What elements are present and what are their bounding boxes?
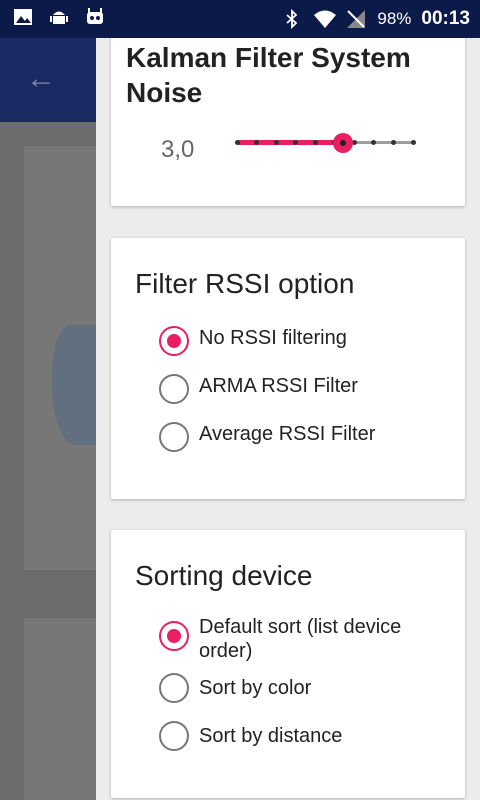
wifi-icon — [313, 8, 337, 30]
slider-tick — [234, 140, 240, 145]
radio-button[interactable] — [159, 326, 189, 356]
robot-icon — [84, 6, 106, 28]
filter-rssi-title: Filter RSSI option — [135, 268, 355, 299]
slider-track-fill — [237, 140, 343, 145]
radio-label: No RSSI filtering — [199, 327, 347, 349]
background-card — [24, 618, 104, 800]
arrow-back-icon[interactable]: ← — [26, 64, 56, 94]
radio-arma-rssi-filter[interactable]: ARMA RSSI Filter — [159, 374, 449, 404]
sorting-card: Sorting device Default sort (list device… — [111, 530, 465, 798]
radio-label: Average RSSI Filter — [199, 423, 376, 445]
slider-tick — [312, 140, 318, 145]
battery-percent: 98% — [377, 9, 412, 28]
slider-tick — [273, 140, 279, 145]
slider-thumb[interactable] — [332, 133, 353, 153]
kalman-value: 3,0 — [161, 136, 195, 163]
bluetooth-icon — [281, 8, 303, 30]
radio-label: Default sort (list device order) — [199, 616, 402, 662]
background-shape — [52, 325, 100, 445]
settings-drawer: Kalman Filter System Noise 3,0 Filter RS… — [96, 0, 480, 800]
radio-sort-by-color[interactable]: Sort by color — [159, 673, 449, 703]
radio-label: Sort by distance — [199, 725, 343, 747]
slider-tick — [390, 140, 396, 145]
android-icon — [48, 6, 70, 28]
clock: 00:13 — [421, 8, 470, 29]
radio-button[interactable] — [159, 621, 189, 651]
signal-off-icon — [345, 8, 367, 30]
radio-label: ARMA RSSI Filter — [199, 375, 358, 397]
filter-rssi-card: Filter RSSI option No RSSI filtering ARM… — [111, 238, 465, 499]
sorting-title: Sorting device — [135, 560, 313, 591]
kalman-title: Kalman Filter System Noise — [126, 42, 411, 108]
radio-label: Sort by color — [199, 677, 312, 699]
slider-tick — [410, 140, 416, 145]
radio-no-rssi-filtering[interactable]: No RSSI filtering — [159, 326, 449, 356]
radio-sort-by-distance[interactable]: Sort by distance — [159, 721, 449, 751]
radio-button[interactable] — [159, 374, 189, 404]
kalman-slider[interactable] — [234, 130, 417, 156]
radio-default-sort[interactable]: Default sort (list device order) — [159, 616, 449, 663]
radio-average-rssi-filter[interactable]: Average RSSI Filter — [159, 422, 449, 452]
radio-button[interactable] — [159, 673, 189, 703]
image-icon — [12, 6, 34, 28]
slider-tick — [371, 140, 377, 145]
radio-button[interactable] — [159, 721, 189, 751]
radio-button[interactable] — [159, 422, 189, 452]
status-bar: 98% 00:13 — [0, 0, 480, 38]
